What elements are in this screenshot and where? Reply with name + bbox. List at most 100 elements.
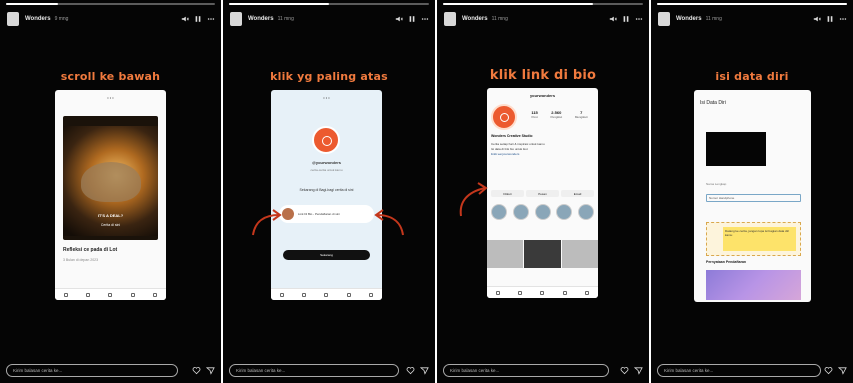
search-icon[interactable] [518,290,523,295]
story-panel-4[interactable]: Wonders 11 mng isi data diri Isi Data Di… [651,0,853,383]
pause-icon[interactable] [622,15,630,23]
ig-highlight[interactable] [578,204,594,220]
story-screenshot: • • • IT'S A DEAL? Cerita di sini Reflek… [55,90,166,300]
send-icon[interactable] [206,366,215,375]
ig-grid-post[interactable] [487,240,524,268]
ig-bio: Cerita setiap hari & inspirasi untuk kam… [491,142,588,157]
profile-logo [312,126,340,154]
mute-icon[interactable] [813,15,821,23]
link-label: Link Di Bio - Pendaftaran di sini [298,212,340,216]
home-icon[interactable] [496,290,501,295]
heart-icon[interactable] [620,366,629,375]
story-time: 11 mng [277,16,294,22]
home-icon[interactable] [280,292,285,297]
send-icon[interactable] [634,366,643,375]
story-caption: isi data diri [715,70,789,83]
story-username[interactable]: Wonders [676,16,702,22]
phone-bottom-nav [55,288,166,300]
profile-subtitle: cerita-cerita untuk kamu [310,168,343,172]
story-time: 11 mng [705,16,722,22]
reply-input[interactable]: Kirim balasan cerita ke... [443,364,609,377]
story-caption: scroll ke bawah [60,70,161,83]
reply-input[interactable]: Kirim balasan cerita ke... [657,364,821,377]
refresh-icon[interactable] [152,292,157,297]
story-header: Wonders 11 mng [658,11,847,27]
reply-input[interactable]: Kirim balasan cerita ke... [229,364,399,377]
cookie-pill[interactable]: Sekarang [283,250,370,260]
reply-input[interactable]: Kirim balasan cerita ke... [6,364,178,377]
ig-email-button[interactable]: Email [561,190,594,197]
story-progress-bar [657,3,847,5]
share-icon[interactable] [346,292,351,297]
story-username[interactable]: Wonders [25,16,51,22]
send-icon[interactable] [838,366,847,375]
story-screenshot: • • • @yourwonders cerita-cerita untuk k… [271,90,382,300]
phone-topbar: • • • [271,90,382,104]
ig-stat-following: 7 Mengikuti [575,110,588,119]
form-redacted-block [706,132,766,166]
form-section-heading: Pernyataan Pendaftaran [706,260,747,264]
more-options-icon[interactable] [421,15,429,23]
ig-action-buttons: Diikuti Pesan Email [491,190,594,197]
pause-icon[interactable] [408,15,416,23]
pause-icon[interactable] [194,15,202,23]
profile-icon[interactable] [584,290,589,295]
mute-icon[interactable] [181,15,189,23]
story-username[interactable]: Wonders [248,16,274,22]
refresh-icon[interactable] [368,292,373,297]
post-image[interactable]: IT'S A DEAL? Cerita di sini [63,116,158,240]
filter-icon[interactable] [108,292,113,297]
pause-icon[interactable] [826,15,834,23]
ig-grid-post[interactable] [561,240,598,268]
ig-follow-button[interactable]: Diikuti [491,190,524,197]
top-link-button[interactable]: Link Di Bio - Pendaftaran di sini [279,205,374,223]
story-header: Wonders 9 mng [7,11,215,27]
profile-handle: @yourwonders [311,160,341,165]
home-icon[interactable] [64,292,69,297]
mute-icon[interactable] [609,15,617,23]
ig-grid-post[interactable] [524,240,561,268]
avatar[interactable] [230,12,242,26]
ig-highlight[interactable] [512,204,529,220]
mute-icon[interactable] [395,15,403,23]
ig-highlight[interactable] [556,204,573,220]
send-icon[interactable] [420,366,429,375]
ig-profile-avatar [491,104,517,130]
more-options-icon[interactable] [635,15,643,23]
shop-icon[interactable] [562,290,567,295]
post-image-sublabel: Cerita di sini [100,223,121,227]
search-icon[interactable] [86,292,91,297]
ig-message-button[interactable]: Pesan [526,190,559,197]
avatar[interactable] [658,12,670,26]
ig-highlights [491,204,594,220]
story-time: 11 mng [491,16,508,22]
filter-icon[interactable] [324,292,329,297]
post-title[interactable]: Refleksi ce pada di Lot [63,247,158,253]
ig-bio-link[interactable]: linktr.ee/yourwonders [491,152,588,157]
search-icon[interactable] [302,292,307,297]
form-notice-box: Datang ke cerita, jangan lupa isi bagian… [706,222,801,256]
story-panel-2[interactable]: Wonders 11 mng klik yg paling atas • • •… [223,0,435,383]
link-thumbnail [282,208,294,220]
phone-bottom-nav [271,288,382,300]
story-progress-fill [443,3,593,5]
more-options-icon[interactable] [207,15,215,23]
heart-icon[interactable] [406,366,415,375]
avatar[interactable] [7,12,19,26]
ig-stat-posts: 115 Post [531,110,537,119]
ig-highlight[interactable] [491,204,507,220]
ig-highlight[interactable] [534,204,551,220]
story-username[interactable]: Wonders [462,16,488,22]
heart-icon[interactable] [824,366,833,375]
story-screenshot: Isi Data Diri Nama Lengkap Nomor Handpho… [694,90,811,302]
story-progress-bar [443,3,643,5]
share-icon[interactable] [130,292,135,297]
story-progress-fill [657,3,847,5]
story-panel-1[interactable]: Wonders 9 mng scroll ke bawah • • • IT'S… [0,0,221,383]
heart-icon[interactable] [192,366,201,375]
story-panel-3[interactable]: Wonders 11 mng klik link di bio yourwond… [437,0,649,383]
reels-icon[interactable] [540,290,545,295]
avatar[interactable] [444,12,456,26]
more-options-icon[interactable] [839,15,847,23]
form-input-field[interactable]: Nomor Handphone [706,194,801,202]
